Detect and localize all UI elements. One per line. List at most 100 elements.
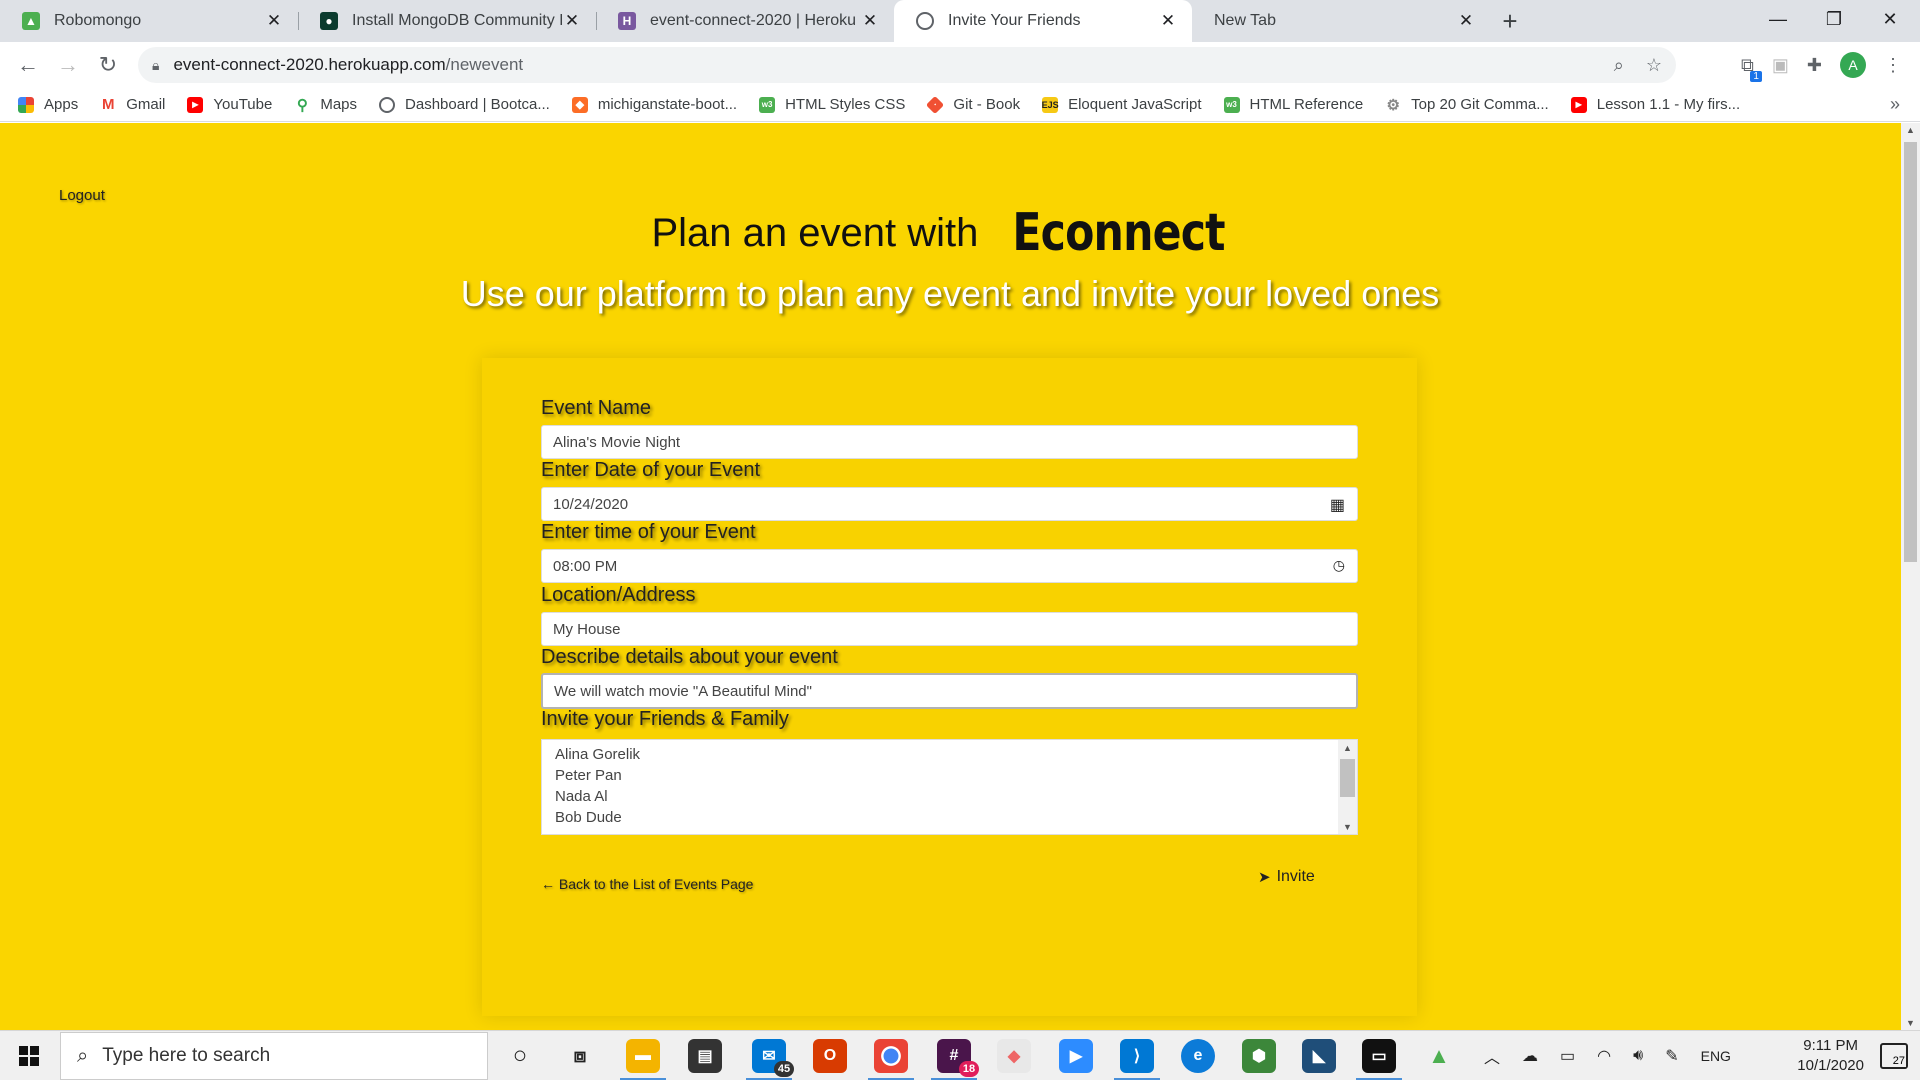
close-icon[interactable]: ✕ — [1456, 11, 1476, 31]
task-view-icon[interactable]: ⧈ — [563, 1039, 597, 1073]
file-explorer-icon[interactable]: ▬ — [620, 1039, 666, 1080]
bookmark-eloquent-js[interactable]: EJS Eloquent JavaScript — [1042, 96, 1202, 113]
wifi-icon[interactable]: ◠ — [1597, 1046, 1611, 1066]
bookmark-lesson[interactable]: ▶ Lesson 1.1 - My firs... — [1570, 96, 1740, 113]
clock[interactable]: 9:11 PM 10/1/2020 — [1797, 1036, 1864, 1076]
extension-icon[interactable]: ▣ — [1772, 55, 1789, 76]
vscode-icon[interactable]: ⟩ — [1114, 1039, 1160, 1080]
git-icon: · — [926, 95, 945, 114]
bookmark-dashboard[interactable]: Dashboard | Bootca... — [379, 96, 550, 113]
paper-plane-icon: ➤ — [1258, 869, 1271, 886]
back-to-events-link[interactable]: ← Back to the List of Events Page — [541, 876, 753, 892]
menu-icon[interactable]: ⋮ — [1884, 55, 1902, 76]
scrollbar-thumb[interactable] — [1340, 759, 1355, 797]
puzzle-icon[interactable]: ✚ — [1807, 55, 1822, 76]
invite-select[interactable]: Alina Gorelik Peter Pan Nada Al Bob Dude… — [541, 739, 1358, 835]
mysql-workbench-icon[interactable]: ◣ — [1302, 1039, 1336, 1073]
chevron-right-icon[interactable]: » — [1890, 94, 1900, 115]
scrollbar-thumb[interactable] — [1904, 142, 1917, 562]
volume-icon[interactable]: 🔊︎ — [1633, 1047, 1643, 1065]
onedrive-icon[interactable]: ☁ — [1522, 1046, 1538, 1066]
invite-option[interactable]: Alina Gorelik — [542, 744, 1357, 765]
event-date-input[interactable]: 10/24/2020 ▦ — [541, 487, 1358, 521]
bookmark-top20-git[interactable]: ⚙ Top 20 Git Comma... — [1385, 96, 1549, 114]
zoom-app-icon[interactable]: ▶ — [1059, 1039, 1093, 1073]
scroll-up-icon[interactable]: ▲ — [1901, 125, 1920, 135]
tab-invite-friends[interactable]: Invite Your Friends ✕ — [894, 0, 1192, 42]
close-icon[interactable]: ✕ — [264, 11, 284, 31]
store-icon[interactable]: ▤ — [688, 1039, 722, 1073]
apps-grid-icon — [18, 96, 34, 113]
location-input[interactable]: My House — [541, 612, 1358, 646]
bookmark-youtube[interactable]: ▶ YouTube — [187, 96, 272, 113]
details-input[interactable]: We will watch movie "A Beautiful Mind" — [541, 673, 1358, 709]
language-indicator[interactable]: ENG — [1701, 1048, 1731, 1064]
clock-icon[interactable]: ◷ — [1333, 557, 1345, 574]
new-tab-button[interactable]: + — [1490, 0, 1530, 42]
zoom-icon[interactable]: ⌕ — [1614, 55, 1624, 76]
office-icon[interactable]: O — [813, 1039, 847, 1073]
chrome-icon[interactable] — [868, 1039, 914, 1080]
details-value: We will watch movie "A Beautiful Mind" — [554, 682, 812, 700]
mail-icon[interactable]: ✉ 45 — [746, 1039, 794, 1080]
terminal-icon[interactable]: ▭ — [1356, 1039, 1402, 1080]
logout-link[interactable]: Logout — [59, 187, 105, 204]
bookmark-label: Eloquent JavaScript — [1068, 96, 1202, 113]
scroll-up-icon[interactable]: ▲ — [1338, 740, 1357, 757]
close-window-button[interactable]: ✕ — [1862, 0, 1918, 38]
kite-icon[interactable]: ◆ — [997, 1039, 1031, 1073]
event-time-input[interactable]: 08:00 PM ◷ — [541, 549, 1358, 583]
pen-icon[interactable]: ✎ — [1665, 1046, 1678, 1066]
invite-scrollbar[interactable]: ▲ ▼ — [1338, 740, 1357, 834]
avatar[interactable]: A — [1840, 52, 1866, 78]
w3-icon: w3 — [1223, 96, 1240, 113]
scroll-down-icon[interactable]: ▼ — [1338, 819, 1357, 834]
slack-icon[interactable]: #18 — [931, 1039, 979, 1080]
bookmark-html-reference[interactable]: w3 HTML Reference — [1223, 96, 1363, 113]
bookmark-maps[interactable]: ⚲ Maps — [294, 96, 357, 114]
nodejs-icon[interactable]: ⬢ — [1242, 1039, 1276, 1073]
extension-badge: 1 — [1750, 70, 1762, 82]
extension-icon[interactable]: ⧉ 1 — [1741, 55, 1762, 82]
close-icon[interactable]: ✕ — [1158, 11, 1178, 31]
bookmark-michiganstate[interactable]: ◆ michiganstate-boot... — [571, 96, 737, 113]
minimize-button[interactable]: — — [1750, 0, 1806, 38]
address-bar[interactable]: 🔒︎ event-connect-2020.herokuapp.com/newe… — [138, 47, 1676, 83]
w3-icon: w3 — [759, 96, 776, 113]
page-scrollbar[interactable]: ▲ ▼ — [1901, 123, 1920, 1030]
bookmark-gmail[interactable]: M Gmail — [100, 96, 165, 113]
system-tray: ︿ ☁ ▭ ◠ 🔊︎ ✎ ENG — [1484, 1031, 1731, 1080]
tab-label: Invite Your Friends — [948, 12, 1081, 29]
tab-new-tab[interactable]: New Tab ✕ — [1192, 0, 1490, 42]
tab-robomongo[interactable]: ▲ Robomongo ✕ — [0, 0, 298, 42]
invite-option[interactable]: Bob Dude — [542, 807, 1357, 828]
robomongo-icon[interactable]: ▲ — [1422, 1039, 1456, 1073]
battery-icon[interactable]: ▭ — [1560, 1046, 1575, 1066]
tab-heroku[interactable]: H event-connect-2020 | Heroku ✕ — [596, 0, 894, 42]
invite-option[interactable]: Nada Al — [542, 786, 1357, 807]
forward-button[interactable]: → — [48, 45, 88, 85]
bookmark-star-icon[interactable]: ☆ — [1646, 55, 1662, 76]
close-icon[interactable]: ✕ — [860, 11, 880, 31]
taskbar-search[interactable]: ⌕ Type here to search — [60, 1032, 488, 1080]
reload-button[interactable]: ↻ — [88, 45, 128, 85]
chevron-up-icon[interactable]: ︿ — [1484, 1044, 1500, 1068]
invite-button[interactable]: ➤ Invite — [1258, 868, 1315, 886]
page-subtitle: Use our platform to plan any event and i… — [460, 273, 1440, 314]
cortana-icon[interactable]: ○ — [503, 1039, 537, 1073]
bookmark-label: YouTube — [213, 96, 273, 113]
start-button[interactable] — [0, 1031, 58, 1080]
bookmark-git-book[interactable]: · Git - Book — [926, 95, 1020, 114]
bookmark-html-styles[interactable]: w3 HTML Styles CSS — [759, 96, 905, 113]
event-name-input[interactable]: Alina's Movie Night — [541, 425, 1358, 459]
invite-option[interactable]: Peter Pan — [542, 765, 1357, 786]
back-button[interactable]: ← — [8, 45, 48, 85]
tab-mongodb[interactable]: ● Install MongoDB Community Edi ✕ — [298, 0, 596, 42]
close-icon[interactable]: ✕ — [562, 11, 582, 31]
bookmark-apps[interactable]: Apps — [18, 96, 78, 113]
restore-button[interactable]: ❐ — [1806, 0, 1862, 38]
notification-icon[interactable]: 27 — [1880, 1043, 1908, 1069]
calendar-icon[interactable]: ▦ — [1330, 495, 1345, 515]
edge-icon[interactable]: e — [1181, 1039, 1215, 1073]
scroll-down-icon[interactable]: ▼ — [1901, 1018, 1920, 1028]
